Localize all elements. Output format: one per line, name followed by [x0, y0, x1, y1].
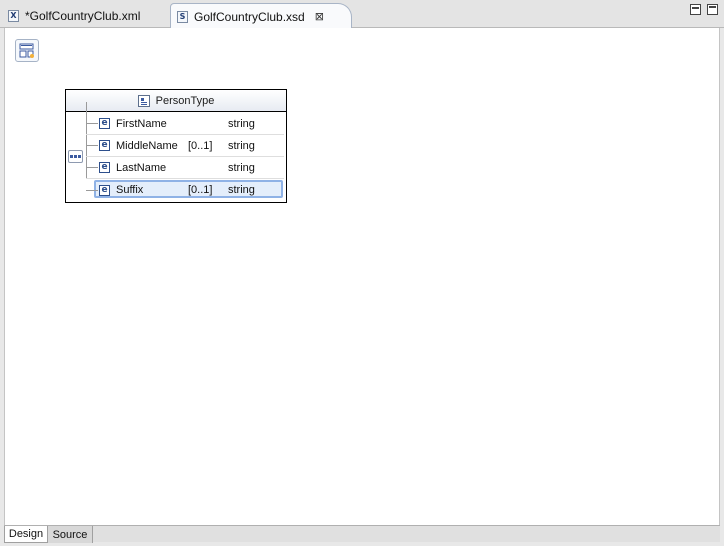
element-row-middlename[interactable]: e MiddleName [0..1] string — [86, 135, 284, 157]
element-type: string — [228, 139, 255, 152]
element-name: MiddleName — [116, 139, 178, 152]
element-name: FirstName — [116, 117, 167, 130]
window-controls — [690, 4, 718, 15]
complex-type-box[interactable]: PersonType e FirstName string e MiddleNa… — [65, 89, 287, 203]
element-icon: e — [99, 162, 110, 173]
schema-view-icon — [19, 43, 34, 58]
editor-page-tabs: Design Source — [4, 525, 720, 543]
tab-design[interactable]: Design — [4, 526, 48, 543]
element-type: string — [228, 184, 255, 196]
element-occurrence: [0..1] — [188, 184, 213, 196]
element-row-lastname[interactable]: e LastName string — [86, 157, 284, 179]
tab-label: GolfCountryClub.xsd — [194, 9, 305, 24]
complex-type-header[interactable]: PersonType — [66, 90, 286, 112]
complex-type-icon — [137, 94, 150, 107]
close-tab-icon[interactable]: ⊠ — [315, 10, 324, 23]
tab-golfcountryclub-xml[interactable]: X *GolfCountryClub.xml — [2, 4, 168, 28]
complex-type-name: PersonType — [155, 94, 215, 107]
element-row-suffix[interactable]: e Suffix [0..1] string — [86, 179, 284, 201]
element-occurrence: [0..1] — [188, 139, 213, 152]
element-icon: e — [99, 140, 110, 151]
design-canvas[interactable]: PersonType e FirstName string e MiddleNa… — [4, 28, 720, 525]
minimize-icon[interactable] — [690, 4, 701, 15]
element-icon: e — [99, 184, 110, 196]
element-type: string — [228, 161, 255, 174]
element-icon: e — [99, 118, 110, 129]
tab-label: *GolfCountryClub.xml — [25, 9, 141, 23]
element-type: string — [228, 117, 255, 130]
xsd-file-icon: S — [177, 10, 188, 23]
tab-source[interactable]: Source — [48, 526, 93, 543]
element-name: LastName — [116, 161, 167, 174]
editor-tab-bar: X *GolfCountryClub.xml S GolfCountryClub… — [0, 0, 724, 29]
tab-golfcountryclub-xsd[interactable]: S GolfCountryClub.xsd ⊠ — [170, 3, 352, 29]
element-name: Suffix — [116, 184, 144, 196]
sequence-icon[interactable] — [68, 150, 83, 163]
element-row-firstname[interactable]: e FirstName string — [86, 113, 284, 135]
show-schema-button[interactable] — [15, 39, 39, 62]
maximize-icon[interactable] — [707, 4, 718, 15]
xml-file-icon: X — [8, 10, 19, 22]
